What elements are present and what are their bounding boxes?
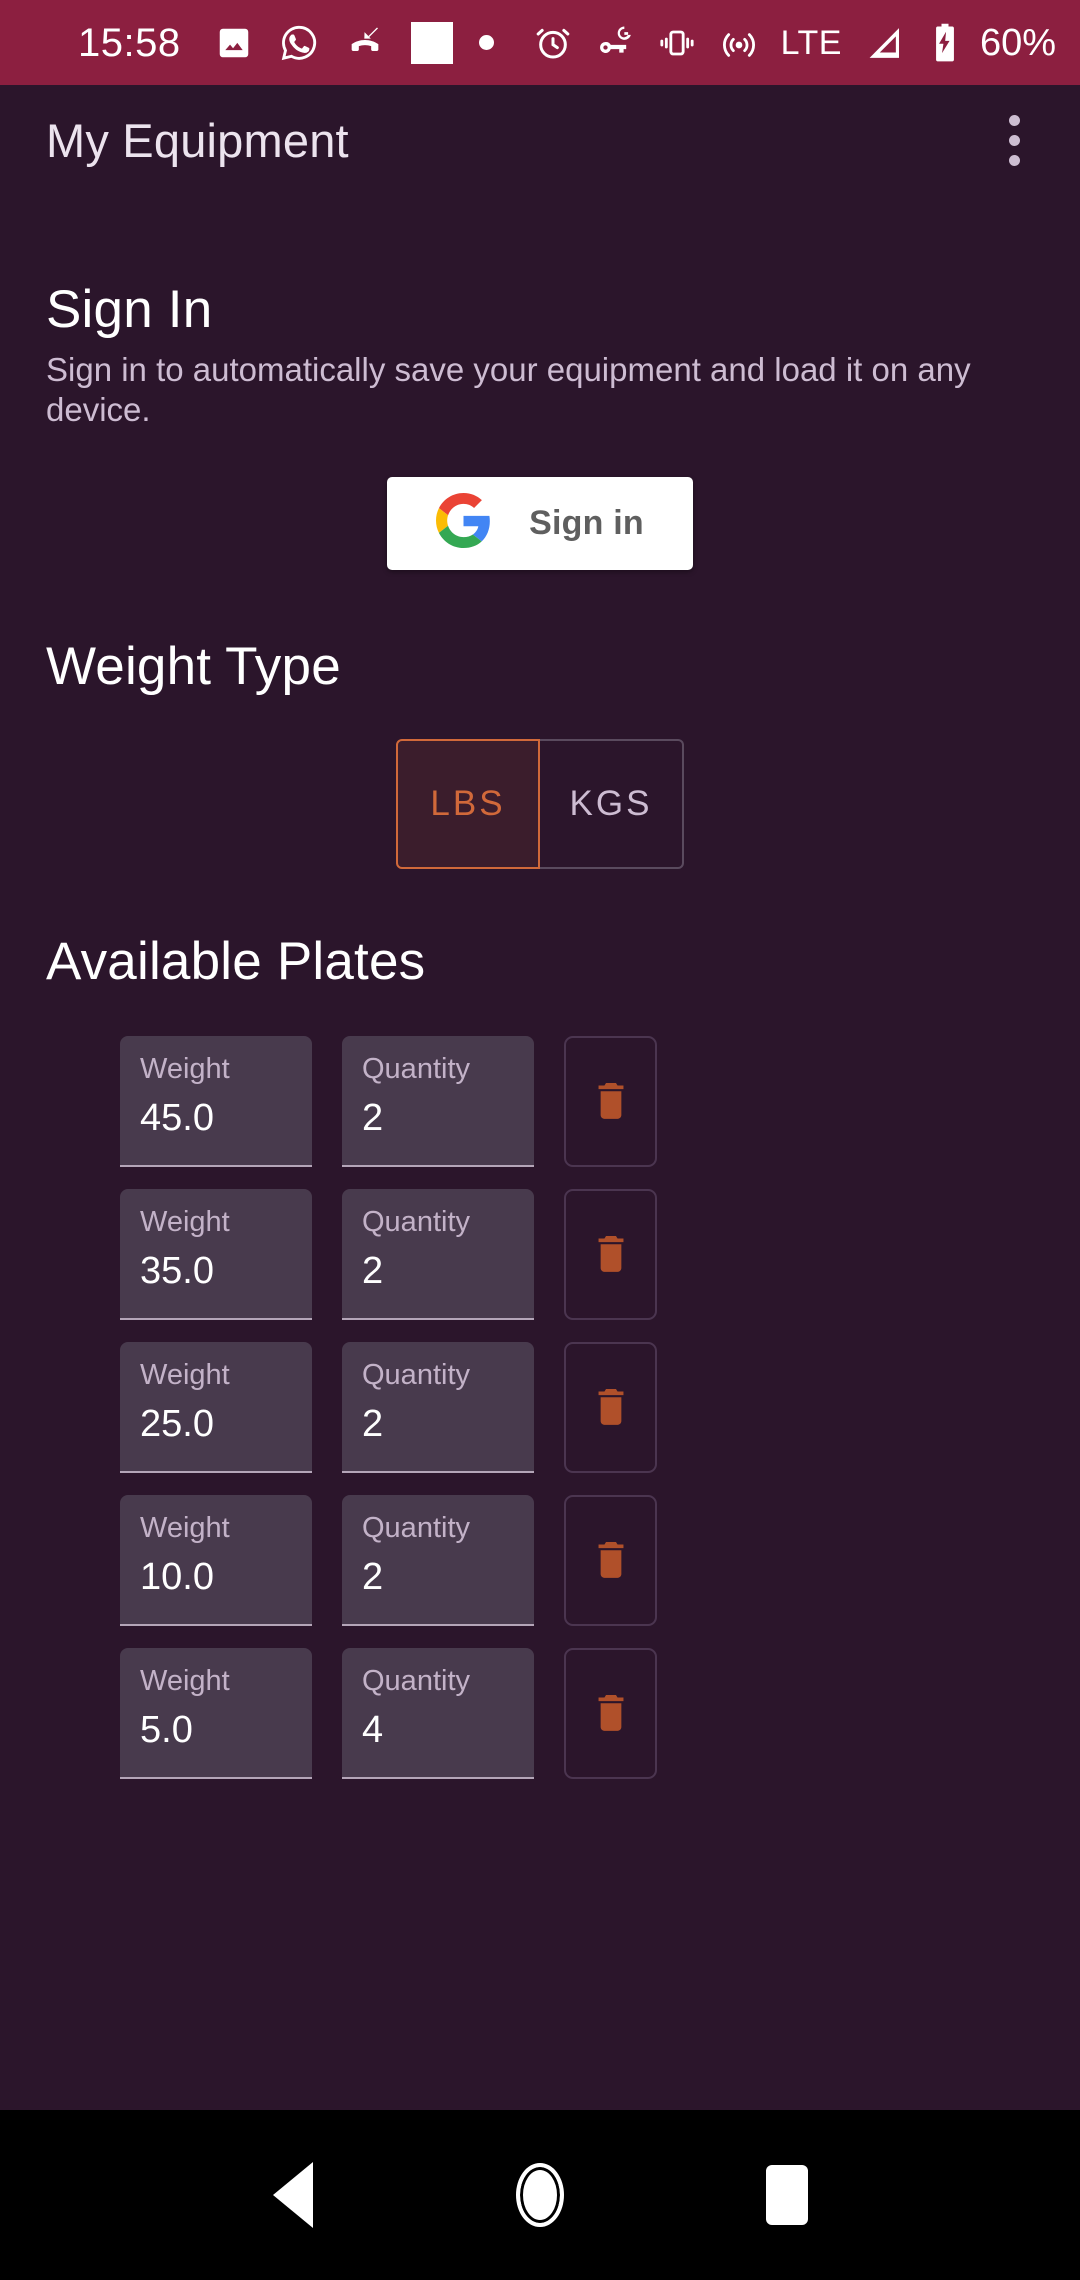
status-clock: 15:58	[78, 20, 181, 65]
google-sign-in-wrap: Sign in	[46, 476, 1034, 570]
weight-type-heading: Weight Type	[46, 636, 341, 696]
quantity-input-value: 2	[362, 1402, 384, 1445]
system-navigation-bar	[0, 2110, 1080, 2280]
weight-input-value: 10.0	[140, 1555, 214, 1598]
weight-type-toggle[interactable]: LBS KGS	[396, 738, 684, 869]
quantity-input[interactable]: Quantity 2	[342, 1035, 534, 1167]
weight-input-value: 25.0	[140, 1402, 214, 1445]
weight-input[interactable]: Weight 35.0	[120, 1188, 312, 1320]
network-type-label: LTE	[780, 23, 842, 62]
alarm-icon	[533, 23, 573, 63]
whatsapp-icon	[279, 23, 319, 63]
weight-input-label: Weight	[140, 1358, 230, 1391]
back-triangle-icon[interactable]	[233, 2135, 353, 2255]
phone-screen: 15:58 LTE 60% My Equipment Sign In Sign …	[0, 0, 1080, 2280]
trash-icon	[588, 1078, 634, 1124]
weight-input-value: 5.0	[140, 1708, 193, 1751]
trash-icon	[588, 1537, 634, 1583]
app-bar: My Equipment	[0, 85, 1080, 195]
quantity-input-label: Quantity	[362, 1358, 470, 1391]
weight-input-label: Weight	[140, 1205, 230, 1238]
quantity-input-value: 4	[362, 1708, 384, 1751]
sign-in-description: Sign in to automatically save your equip…	[46, 351, 971, 429]
quantity-input[interactable]: Quantity 2	[342, 1341, 534, 1473]
missed-call-icon	[345, 23, 385, 63]
available-plates-heading: Available Plates	[46, 931, 426, 991]
weight-unit-lbs-button[interactable]: LBS	[396, 738, 540, 869]
quantity-input[interactable]: Quantity 2	[342, 1494, 534, 1626]
quantity-input[interactable]: Quantity 2	[342, 1188, 534, 1320]
overflow-dot	[1008, 114, 1020, 126]
delete-plate-button[interactable]	[564, 1341, 657, 1473]
weight-input-value: 45.0	[140, 1096, 214, 1139]
hotspot-icon	[719, 23, 759, 63]
home-circle-icon[interactable]	[480, 2135, 600, 2255]
status-notification-icons	[215, 21, 494, 64]
google-sign-in-button[interactable]: Sign in	[387, 476, 693, 570]
page-title: My Equipment	[46, 113, 349, 167]
available-plates-section: Available Plates Weight 45.0 Quantity 2 Weig…	[46, 869, 1034, 1779]
quantity-input-label: Quantity	[362, 1205, 470, 1238]
overflow-dot	[1008, 134, 1020, 146]
weight-input-value: 35.0	[140, 1249, 214, 1292]
delete-plate-button[interactable]	[564, 1035, 657, 1167]
table-row: Weight 10.0 Quantity 2	[46, 1494, 1034, 1626]
vibrate-icon	[657, 23, 697, 63]
trash-icon	[588, 1690, 634, 1736]
weight-type-toggle-wrap: LBS KGS	[46, 738, 1034, 869]
battery-percent-label: 60%	[979, 21, 1056, 64]
signal-icon	[864, 22, 906, 64]
table-row: Weight 35.0 Quantity 2	[46, 1188, 1034, 1320]
overflow-menu-icon[interactable]	[984, 98, 1044, 182]
photo-icon	[215, 24, 253, 62]
weight-input[interactable]: Weight 25.0	[120, 1341, 312, 1473]
delete-plate-button[interactable]	[564, 1188, 657, 1320]
weight-unit-kgs-button[interactable]: KGS	[540, 738, 684, 869]
weight-input[interactable]: Weight 10.0	[120, 1494, 312, 1626]
trash-icon	[588, 1231, 634, 1277]
quantity-input-label: Quantity	[362, 1511, 470, 1544]
sign-in-heading: Sign In	[46, 280, 213, 339]
trash-icon	[588, 1384, 634, 1430]
sign-in-section: Sign In Sign in to automatically save yo…	[46, 195, 1034, 570]
weight-input[interactable]: Weight 5.0	[120, 1647, 312, 1779]
weight-input[interactable]: Weight 45.0	[120, 1035, 312, 1167]
quantity-input-label: Quantity	[362, 1052, 470, 1085]
vpn-key-icon	[595, 23, 635, 63]
scrollable-content[interactable]: Sign In Sign in to automatically save yo…	[0, 195, 1080, 2110]
overflow-dot	[1008, 154, 1020, 166]
recents-square-icon[interactable]	[727, 2135, 847, 2255]
weight-input-label: Weight	[140, 1511, 230, 1544]
status-system-icons: LTE 60%	[533, 22, 1056, 64]
weight-input-label: Weight	[140, 1052, 230, 1085]
dot-icon	[478, 35, 494, 50]
table-row: Weight 25.0 Quantity 2	[46, 1341, 1034, 1473]
table-row: Weight 5.0 Quantity 4	[46, 1647, 1034, 1779]
battery-charging-icon	[928, 22, 962, 64]
quantity-input[interactable]: Quantity 4	[342, 1647, 534, 1779]
plates-list: Weight 45.0 Quantity 2 Weight 35.0 Quantity 2 We…	[46, 1035, 1034, 1779]
delete-plate-button[interactable]	[564, 1647, 657, 1779]
google-g-icon	[436, 493, 491, 553]
table-row: Weight 45.0 Quantity 2	[46, 1035, 1034, 1167]
quantity-input-label: Quantity	[362, 1664, 470, 1697]
quantity-input-value: 2	[362, 1249, 384, 1292]
weight-type-section: Weight Type LBS KGS	[46, 570, 1034, 869]
weight-input-label: Weight	[140, 1664, 230, 1697]
status-bar: 15:58 LTE 60%	[0, 0, 1080, 85]
quantity-input-value: 2	[362, 1555, 384, 1598]
google-sign-in-label: Sign in	[529, 503, 644, 542]
delete-plate-button[interactable]	[564, 1494, 657, 1626]
white-square-icon	[410, 21, 453, 64]
quantity-input-value: 2	[362, 1096, 384, 1139]
